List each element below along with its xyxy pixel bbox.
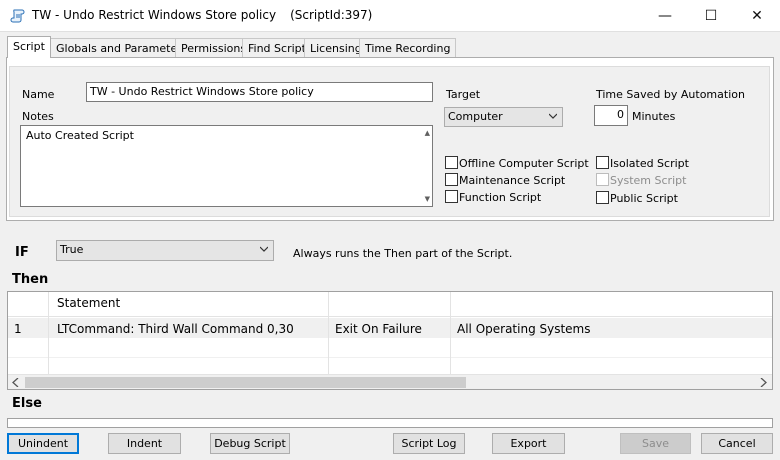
close-icon: ✕	[751, 7, 763, 24]
then-label: Then	[12, 272, 49, 287]
else-statements-grid[interactable]	[7, 418, 773, 428]
maintenance-script-checkbox[interactable]	[445, 173, 458, 186]
save-button: Save	[620, 433, 691, 454]
tab-time-recording[interactable]: Time Recording	[359, 38, 457, 57]
chevron-down-icon	[260, 246, 268, 252]
offline-computer-script-checkbox[interactable]	[445, 156, 458, 169]
if-label: IF	[15, 245, 29, 260]
window-title: TW - Undo Restrict Windows Store policy (…	[32, 8, 372, 22]
table-row[interactable]	[8, 338, 772, 358]
button-label: Save	[641, 437, 669, 450]
button-label: Indent	[126, 437, 163, 450]
horizontal-scrollbar[interactable]	[8, 374, 772, 389]
window-title-text: TW - Undo Restrict Windows Store policy	[32, 8, 277, 22]
if-description: Always runs the Then part of the Script.	[293, 247, 513, 260]
notes-text: Auto Created Script	[26, 129, 134, 142]
system-script-checkbox	[596, 173, 609, 186]
system-script-label: System Script	[610, 174, 687, 187]
maintenance-script-label: Maintenance Script	[459, 174, 566, 187]
column-header-statement: Statement	[57, 296, 121, 310]
chevron-down-icon	[549, 113, 557, 119]
maximize-icon: ☐	[704, 7, 718, 24]
title-bar: TW - Undo Restrict Windows Store policy (…	[0, 0, 780, 32]
function-script-label: Function Script	[459, 191, 542, 204]
public-script-label: Public Script	[610, 192, 678, 205]
target-select[interactable]: Computer	[444, 107, 563, 127]
row-on-failure: Exit On Failure	[335, 322, 422, 336]
if-condition-value: True	[60, 243, 84, 256]
scrollbar-thumb[interactable]	[25, 377, 466, 388]
button-label: Script Log	[401, 437, 457, 450]
minutes-label: Minutes	[632, 110, 676, 123]
button-label: Export	[510, 437, 547, 450]
tab-label: Script	[13, 40, 45, 53]
minimize-icon: —	[658, 7, 672, 24]
tab-globals-and-parameters[interactable]: Globals and Parameters	[50, 38, 194, 57]
if-condition-select[interactable]: True	[56, 240, 274, 261]
chevron-right-icon[interactable]	[759, 378, 767, 387]
tab-label: Permissions	[181, 42, 247, 55]
row-number: 1	[14, 322, 22, 336]
scroll-up-icon[interactable]: ▲	[425, 129, 430, 137]
tab-label: Time Recording	[365, 42, 451, 55]
tab-script[interactable]: Script	[7, 36, 51, 58]
close-button[interactable]: ✕	[734, 0, 780, 31]
tab-label: Licensing	[310, 42, 362, 55]
column-divider	[450, 292, 451, 374]
button-label: Debug Script	[214, 437, 286, 450]
button-label: Unindent	[17, 437, 69, 450]
grid-header: Statement	[8, 292, 772, 317]
notes-textarea[interactable]: Auto Created Script ▲ ▼	[20, 125, 433, 207]
notes-label: Notes	[22, 110, 54, 123]
maximize-button[interactable]: ☐	[688, 0, 734, 31]
tab-find-script[interactable]: Find Script	[242, 38, 312, 57]
isolated-script-label: Isolated Script	[610, 157, 689, 170]
row-statement: LTCommand: Third Wall Command 0,30	[57, 322, 294, 336]
target-value: Computer	[448, 110, 503, 123]
name-input[interactable]: TW - Undo Restrict Windows Store policy	[86, 82, 433, 102]
script-log-button[interactable]: Script Log	[393, 433, 465, 454]
time-saved-input[interactable]: 0	[594, 105, 628, 126]
public-script-checkbox[interactable]	[596, 191, 609, 204]
chevron-left-icon[interactable]	[12, 378, 20, 387]
function-script-checkbox[interactable]	[445, 190, 458, 203]
script-icon	[10, 9, 25, 23]
script-id: (ScriptId:397)	[290, 8, 373, 22]
debug-script-button[interactable]: Debug Script	[210, 433, 290, 454]
minimize-button[interactable]: —	[642, 0, 688, 31]
else-label: Else	[12, 396, 42, 411]
tab-label: Find Script	[248, 42, 306, 55]
row-os: All Operating Systems	[457, 322, 591, 336]
table-row[interactable]: 1 LTCommand: Third Wall Command 0,30 Exi…	[8, 318, 772, 338]
unindent-button[interactable]: Unindent	[7, 433, 79, 454]
isolated-script-checkbox[interactable]	[596, 156, 609, 169]
indent-button[interactable]: Indent	[108, 433, 181, 454]
cancel-button[interactable]: Cancel	[701, 433, 773, 454]
target-label: Target	[446, 88, 481, 101]
tab-permissions[interactable]: Permissions	[175, 38, 253, 57]
tab-label: Globals and Parameters	[56, 42, 188, 55]
time-saved-label: Time Saved by Automation	[596, 88, 745, 101]
name-label: Name	[22, 88, 55, 101]
column-divider	[328, 292, 329, 374]
button-label: Cancel	[718, 437, 756, 450]
column-divider	[48, 292, 49, 374]
export-button[interactable]: Export	[492, 433, 565, 454]
then-statements-grid[interactable]: Statement 1 LTCommand: Third Wall Comman…	[7, 291, 773, 390]
scroll-down-icon[interactable]: ▼	[425, 195, 430, 203]
offline-computer-script-label: Offline Computer Script	[459, 157, 589, 170]
